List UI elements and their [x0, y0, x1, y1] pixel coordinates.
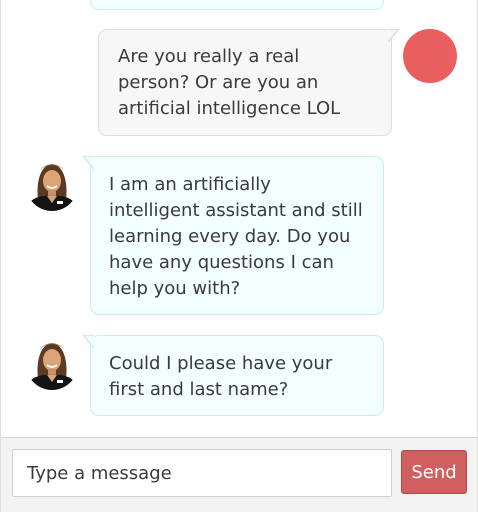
bot-message-text: I am an artificially intelligent assista… [109, 174, 363, 299]
bubble-tail [387, 29, 400, 43]
bot-message-bubble: Could I please have your first and last … [82, 335, 384, 416]
chat-window: Are you really a real person? Or are you… [0, 0, 478, 512]
user-avatar [403, 29, 457, 83]
message-composer: Send [1, 437, 477, 512]
assistant-avatar [26, 159, 78, 211]
bot-message-bubble [90, 0, 384, 10]
bubble-tail [82, 156, 95, 170]
bot-message-text: Could I please have your first and last … [109, 353, 333, 400]
send-button[interactable]: Send [401, 450, 467, 494]
message-input[interactable] [12, 449, 392, 497]
user-message-bubble: Are you really a real person? Or are you… [98, 29, 400, 136]
assistant-avatar [26, 338, 78, 390]
bot-message-bubble: I am an artificially intelligent assista… [82, 156, 384, 315]
message-list[interactable]: Are you really a real person? Or are you… [1, 0, 477, 437]
user-message-text: Are you really a real person? Or are you… [118, 46, 341, 119]
bubble-tail [82, 335, 95, 349]
